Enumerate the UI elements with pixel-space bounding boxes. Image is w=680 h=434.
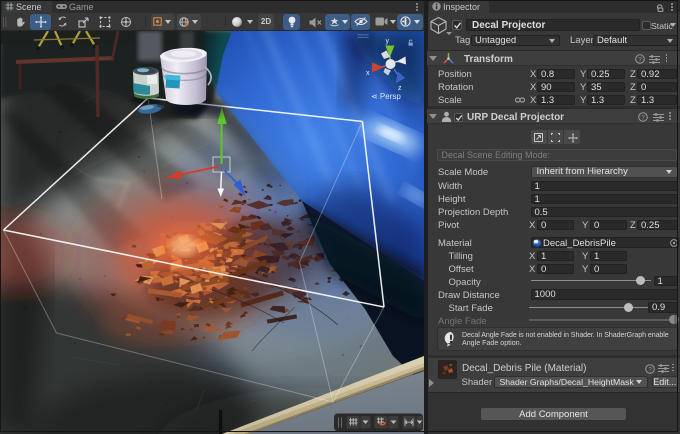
svg-text:?: ? bbox=[638, 56, 642, 63]
svg-text:?: ? bbox=[641, 114, 645, 121]
svg-text:y: y bbox=[386, 38, 390, 45]
svg-text:?: ? bbox=[648, 366, 652, 373]
svg-text:⋖ Persp: ⋖ Persp bbox=[371, 92, 401, 101]
svg-text:z: z bbox=[398, 85, 402, 92]
svg-text:x: x bbox=[366, 70, 370, 77]
